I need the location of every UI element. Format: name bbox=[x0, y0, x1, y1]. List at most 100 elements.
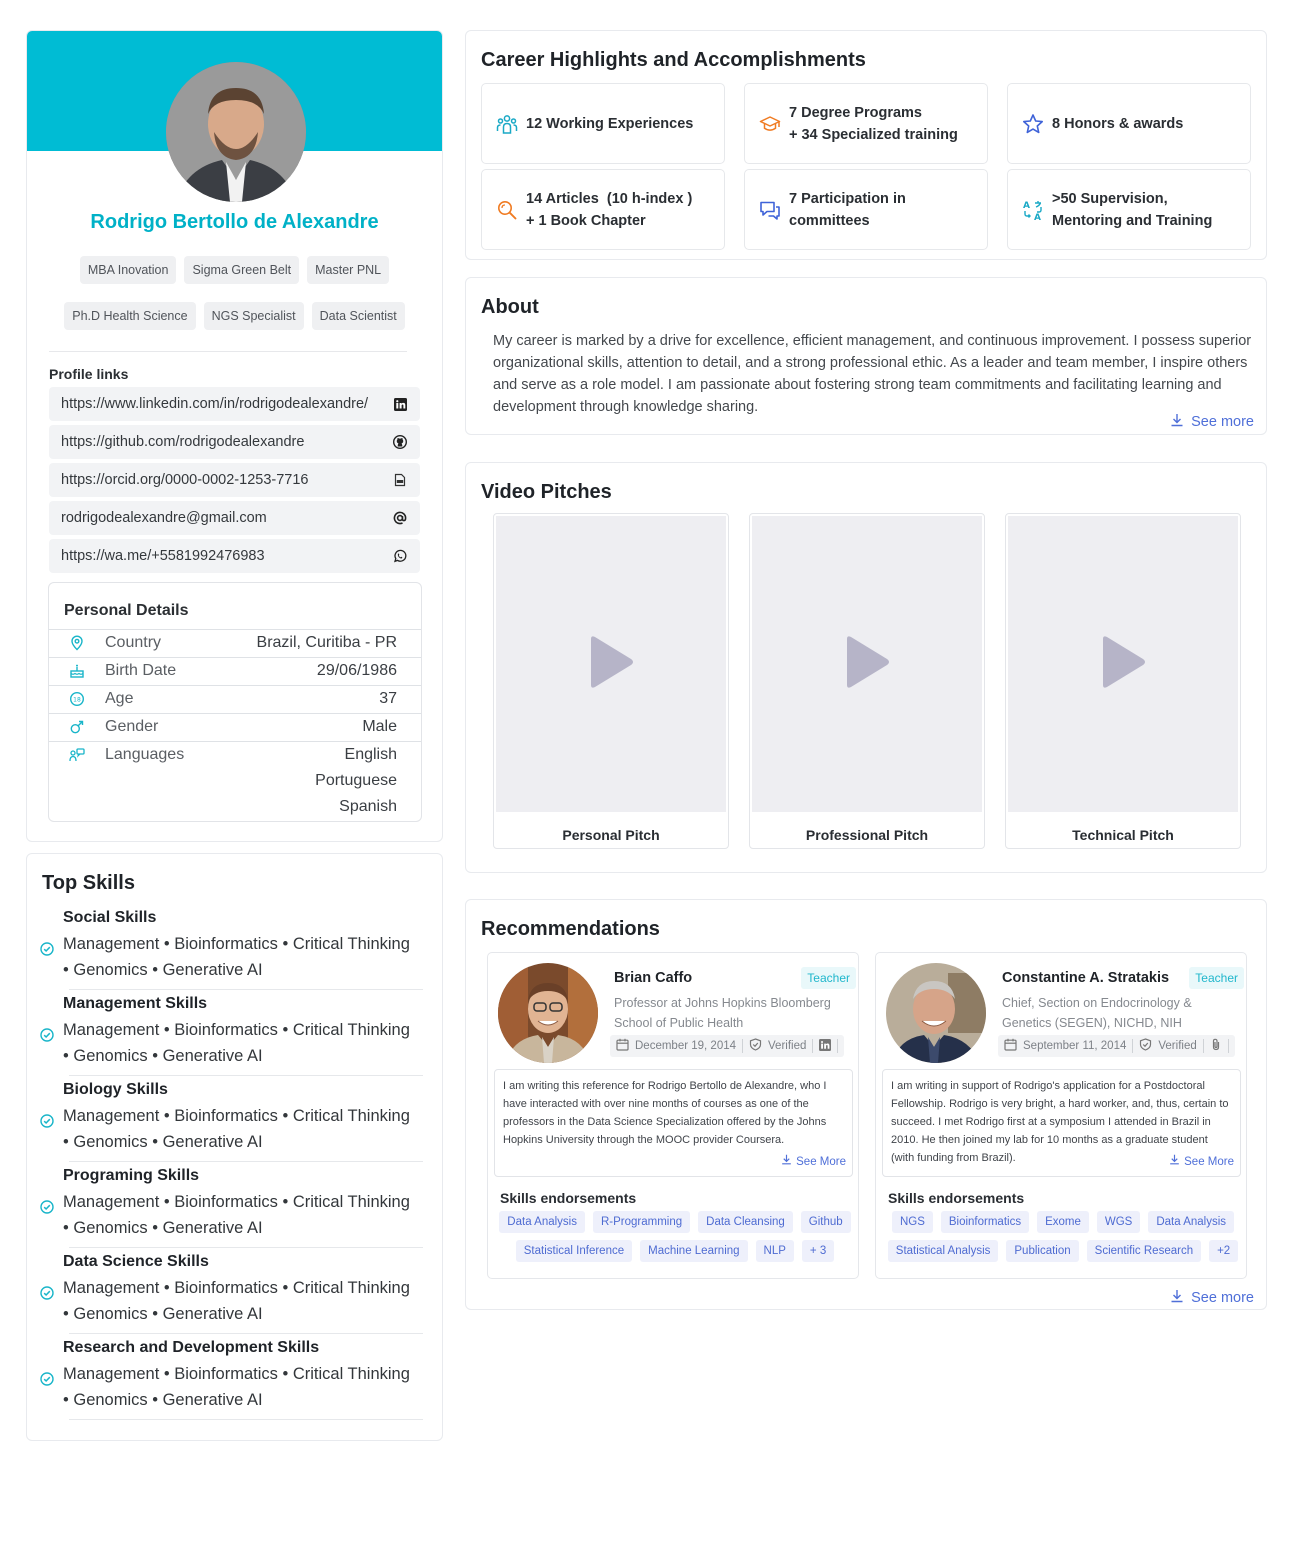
highlight-articles[interactable]: 14 Articles (10 h-index ) + 1 Book Chapt… bbox=[481, 169, 725, 250]
check-circle-icon bbox=[40, 1200, 54, 1219]
profile-card: Rodrigo Bertollo de Alexandre MBA Inovat… bbox=[26, 30, 443, 842]
linkedin-link[interactable]: https://www.linkedin.com/in/rodrigodeale… bbox=[49, 387, 420, 421]
skill-items: Management • Bioinformatics • Critical T… bbox=[63, 1361, 435, 1413]
separator bbox=[742, 1039, 744, 1053]
skill-items-line: Management • Bioinformatics • Critical T… bbox=[63, 1279, 410, 1297]
endorsement-tag[interactable]: Exome bbox=[1037, 1211, 1089, 1233]
endorsement-tag[interactable]: Statistical Inference bbox=[515, 1240, 633, 1262]
video-tile-personal[interactable]: Personal Pitch bbox=[493, 513, 729, 849]
more-endorsements-tag[interactable]: +2 bbox=[1209, 1240, 1239, 1262]
endorsement-tag[interactable]: Github bbox=[800, 1211, 851, 1233]
orcid-icon bbox=[392, 472, 408, 488]
cake-icon bbox=[49, 658, 105, 685]
divider bbox=[69, 1419, 423, 1420]
highlight-line: committees bbox=[789, 212, 870, 229]
endorsement-tag[interactable]: NLP bbox=[755, 1240, 794, 1262]
endorsement-tags: NGS Bioinformatics Exome WGS Data Analys… bbox=[884, 1211, 1242, 1262]
country-label: Country bbox=[105, 634, 162, 651]
shield-check-icon bbox=[1139, 1038, 1152, 1054]
highlight-supervision[interactable]: AA >50 Supervision, Mentoring and Traini… bbox=[1007, 169, 1251, 250]
male-icon bbox=[49, 714, 105, 741]
at-icon bbox=[392, 510, 408, 526]
languages-label: Languages bbox=[105, 746, 185, 763]
skill-items-line: • Genomics • Generative AI bbox=[63, 1305, 263, 1323]
age-value: 37 bbox=[379, 690, 397, 707]
highlight-text: >50 Supervision, Mentoring and Training bbox=[1052, 188, 1212, 232]
about-card: About My career is marked by a drive for… bbox=[465, 277, 1267, 435]
personal-details: Personal Details Country Brazil, Curitib… bbox=[48, 582, 422, 822]
endorsement-tags: Data Analysis R-Programming Data Cleansi… bbox=[496, 1211, 854, 1262]
skill-group: Programing Skills Management • Bioinforma… bbox=[27, 1167, 442, 1253]
video-pitches-card: Video Pitches Personal Pitch Professiona… bbox=[465, 462, 1267, 873]
email-link[interactable]: rodrigodealexandre@gmail.com bbox=[49, 501, 420, 535]
play-icon[interactable] bbox=[1099, 635, 1147, 694]
birth-date-value: 29/06/1986 bbox=[316, 662, 397, 679]
download-icon bbox=[1170, 1289, 1184, 1307]
endorsement-tag[interactable]: R-Programming bbox=[592, 1211, 691, 1233]
play-icon[interactable] bbox=[587, 635, 635, 694]
check-circle-icon bbox=[40, 1028, 54, 1047]
video-player[interactable] bbox=[496, 516, 726, 812]
quote-see-more-link[interactable]: See More bbox=[1169, 1153, 1234, 1171]
recommender-role: Chief, Section on Endocrinology & Geneti… bbox=[1002, 996, 1192, 1030]
link-text: https://www.linkedin.com/in/rodrigodeale… bbox=[61, 396, 369, 412]
video-pitches-title: Video Pitches bbox=[481, 481, 612, 503]
quote-see-more-link[interactable]: See More bbox=[781, 1153, 846, 1171]
skill-items-line: • Genomics • Generative AI bbox=[63, 1391, 263, 1409]
highlight-line: + 34 Specialized training bbox=[789, 126, 958, 143]
highlight-working-experiences[interactable]: 12 Working Experiences bbox=[481, 83, 725, 164]
endorsement-tag[interactable]: Scientific Research bbox=[1086, 1240, 1202, 1262]
endorsement-tag[interactable]: Machine Learning bbox=[640, 1240, 748, 1262]
orcid-link[interactable]: https://orcid.org/0000-0002-1253-7716 bbox=[49, 463, 420, 497]
video-tile-technical[interactable]: Technical Pitch bbox=[1005, 513, 1241, 849]
highlight-line: 14 Articles (10 h-index ) bbox=[526, 190, 693, 207]
skill-items-line: Management • Bioinformatics • Critical T… bbox=[63, 1193, 410, 1211]
translate-icon: AA bbox=[1022, 199, 1044, 221]
highlight-committees[interactable]: 7 Participation in committees bbox=[744, 169, 988, 250]
age-label: Age bbox=[105, 690, 134, 707]
video-player[interactable] bbox=[1008, 516, 1238, 812]
skill-group-name: Social Skills bbox=[63, 909, 157, 926]
skill-group-name: Biology Skills bbox=[63, 1081, 168, 1098]
separator bbox=[837, 1039, 839, 1053]
recommendations-see-more-link[interactable]: See more bbox=[1170, 1289, 1254, 1307]
skill-group-name: Research and Development Skills bbox=[63, 1339, 320, 1356]
endorsement-tag[interactable]: Data Cleansing bbox=[698, 1211, 793, 1233]
highlight-text: 8 Honors & awards bbox=[1052, 113, 1183, 135]
endorsement-tag[interactable]: Statistical Analysis bbox=[887, 1240, 999, 1262]
language-item: English bbox=[344, 746, 397, 763]
gender-label: Gender bbox=[105, 718, 159, 735]
skill-group-name: Management Skills bbox=[63, 995, 208, 1012]
highlight-honors-awards[interactable]: 8 Honors & awards bbox=[1007, 83, 1251, 164]
endorsement-tag[interactable]: NGS bbox=[891, 1211, 933, 1233]
endorsement-tag[interactable]: Bioinformatics bbox=[940, 1211, 1030, 1233]
endorsement-tag[interactable]: Publication bbox=[1006, 1240, 1079, 1262]
download-icon bbox=[1169, 1153, 1180, 1171]
skill-items-line: Management • Bioinformatics • Critical T… bbox=[63, 1021, 410, 1039]
endorsement-tag[interactable]: Data Analysis bbox=[499, 1211, 585, 1233]
endorsement-tag[interactable]: Data Analysis bbox=[1148, 1211, 1235, 1233]
check-circle-icon bbox=[40, 1372, 54, 1391]
divider bbox=[69, 989, 423, 990]
profile-name: Rodrigo Bertollo de Alexandre bbox=[90, 211, 379, 233]
skill-items-line: • Genomics • Generative AI bbox=[63, 961, 263, 979]
paperclip-icon[interactable] bbox=[1210, 1038, 1222, 1054]
about-see-more-link[interactable]: See more bbox=[1170, 413, 1254, 431]
birth-date-row: Birth Date 29/06/1986 bbox=[49, 657, 421, 685]
linkedin-icon[interactable] bbox=[819, 1038, 832, 1054]
highlight-line: 7 Degree Programs bbox=[789, 104, 922, 121]
play-icon[interactable] bbox=[843, 635, 891, 694]
whatsapp-icon bbox=[392, 548, 408, 564]
more-endorsements-tag[interactable]: + 3 bbox=[801, 1240, 835, 1262]
skills-endorsements-title: Skills endorsements bbox=[888, 1190, 1025, 1206]
team-icon bbox=[496, 113, 518, 135]
divider bbox=[69, 1247, 423, 1248]
video-tile-professional[interactable]: Professional Pitch bbox=[749, 513, 985, 849]
video-player[interactable] bbox=[752, 516, 982, 812]
separator bbox=[1227, 1039, 1229, 1053]
whatsapp-link[interactable]: https://wa.me/+5581992476983 bbox=[49, 539, 420, 573]
github-link[interactable]: https://github.com/rodrigodealexandre bbox=[49, 425, 420, 459]
highlight-degree-programs[interactable]: 7 Degree Programs + 34 Specialized train… bbox=[744, 83, 988, 164]
endorsement-tag[interactable]: WGS bbox=[1096, 1211, 1141, 1233]
link-text: https://orcid.org/0000-0002-1253-7716 bbox=[61, 472, 309, 488]
